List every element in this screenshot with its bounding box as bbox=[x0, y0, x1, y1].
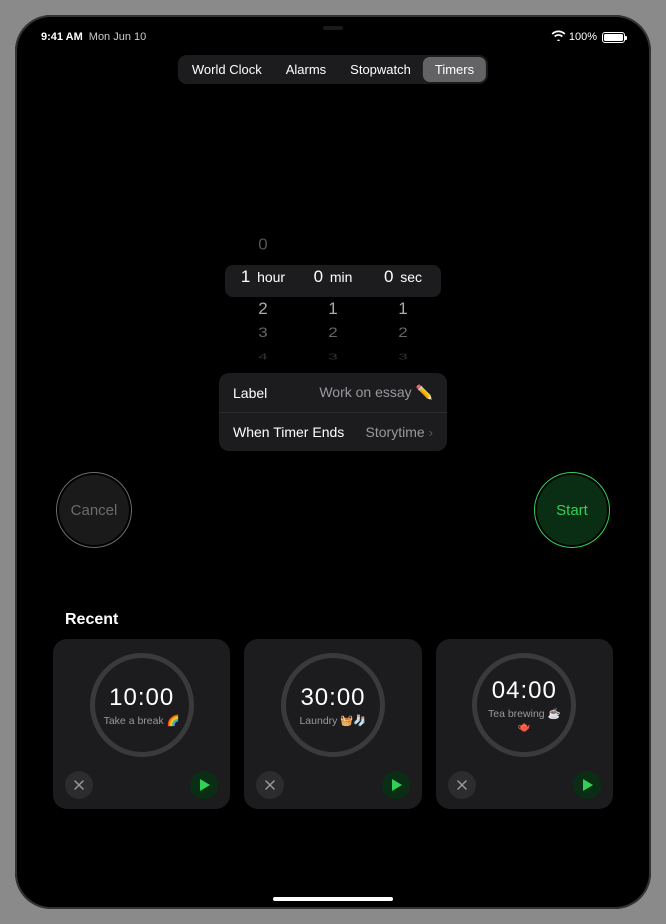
picker-sec-option: 3 bbox=[373, 351, 433, 363]
picker-seconds-column[interactable]: 0 sec 1 2 3 bbox=[373, 233, 433, 343]
ends-value: Storytime bbox=[366, 424, 425, 440]
timer-dial: 30:00 Laundry 🧺🧦 bbox=[281, 653, 385, 757]
picker-hour-option: 3 bbox=[233, 323, 293, 342]
recent-timer-card[interactable]: 10:00 Take a break 🌈 bbox=[53, 639, 230, 809]
label-row[interactable]: Label Work on essay ✏️ bbox=[219, 373, 447, 412]
ipad-screen: 9:41 AM Mon Jun 10 100% World Clock Alar… bbox=[15, 15, 651, 909]
tab-world-clock[interactable]: World Clock bbox=[180, 57, 274, 82]
picker-sec-selected: 0 sec bbox=[373, 261, 433, 293]
tab-timers[interactable]: Timers bbox=[423, 57, 486, 82]
picker-hour-option: 2 bbox=[233, 297, 293, 321]
recent-header: Recent bbox=[65, 611, 118, 629]
picker-minutes-column[interactable]: 0 min 1 2 3 bbox=[303, 233, 363, 343]
wifi-icon bbox=[551, 30, 566, 44]
status-time: 9:41 AM bbox=[41, 31, 83, 43]
picker-hours-column[interactable]: 0 1 hour 2 3 4 bbox=[233, 233, 293, 343]
picker-hour-option: 4 bbox=[233, 351, 293, 363]
duration-picker[interactable]: 0 1 hour 2 3 4 0 min 1 2 3 0 sec 1 2 3 bbox=[233, 233, 433, 343]
play-timer-button[interactable] bbox=[573, 771, 601, 799]
timer-time: 04:00 bbox=[492, 677, 557, 705]
play-timer-button[interactable] bbox=[190, 771, 218, 799]
timer-settings-card: Label Work on essay ✏️ When Timer Ends S… bbox=[219, 373, 447, 451]
status-bar: 9:41 AM Mon Jun 10 100% bbox=[15, 15, 651, 51]
ends-key: When Timer Ends bbox=[233, 424, 344, 440]
tab-stopwatch[interactable]: Stopwatch bbox=[338, 57, 423, 82]
timer-time: 30:00 bbox=[300, 684, 365, 712]
cancel-button[interactable]: Cancel bbox=[59, 475, 129, 545]
picker-hour-option: 0 bbox=[233, 234, 293, 256]
battery-icon bbox=[602, 32, 625, 43]
recent-timer-card[interactable]: 30:00 Laundry 🧺🧦 bbox=[244, 639, 421, 809]
label-value: Work on essay ✏️ bbox=[319, 384, 433, 401]
play-timer-button[interactable] bbox=[382, 771, 410, 799]
timer-dial: 10:00 Take a break 🌈 bbox=[90, 653, 194, 757]
timer-label: Tea brewing ☕️ 🫖 bbox=[477, 707, 571, 733]
label-key: Label bbox=[233, 385, 267, 401]
timer-label: Take a break 🌈 bbox=[98, 714, 186, 727]
picker-min-selected: 0 min bbox=[303, 261, 363, 293]
delete-timer-button[interactable] bbox=[65, 771, 93, 799]
delete-timer-button[interactable] bbox=[256, 771, 284, 799]
recent-timer-card[interactable]: 04:00 Tea brewing ☕️ 🫖 bbox=[436, 639, 613, 809]
picker-sec-option: 1 bbox=[373, 297, 433, 321]
mode-segmented-control: World Clock Alarms Stopwatch Timers bbox=[178, 55, 488, 84]
status-date: Mon Jun 10 bbox=[89, 31, 146, 43]
picker-min-option: 3 bbox=[303, 351, 363, 363]
home-indicator[interactable] bbox=[273, 897, 393, 901]
picker-sec-option: 2 bbox=[373, 323, 433, 342]
when-timer-ends-row[interactable]: When Timer Ends Storytime › bbox=[219, 412, 447, 451]
start-button[interactable]: Start bbox=[537, 475, 607, 545]
tab-alarms[interactable]: Alarms bbox=[274, 57, 338, 82]
picker-min-option: 1 bbox=[303, 297, 363, 321]
picker-min-option: 2 bbox=[303, 323, 363, 342]
recent-timers-row: 10:00 Take a break 🌈 30:00 Laundry 🧺🧦 bbox=[53, 639, 613, 809]
timer-dial: 04:00 Tea brewing ☕️ 🫖 bbox=[472, 653, 576, 757]
timer-time: 10:00 bbox=[109, 684, 174, 712]
timer-label: Laundry 🧺🧦 bbox=[293, 714, 372, 727]
battery-percent: 100% bbox=[569, 31, 597, 43]
chevron-right-icon: › bbox=[429, 425, 433, 440]
picker-hour-selected: 1 hour bbox=[233, 261, 293, 293]
delete-timer-button[interactable] bbox=[448, 771, 476, 799]
